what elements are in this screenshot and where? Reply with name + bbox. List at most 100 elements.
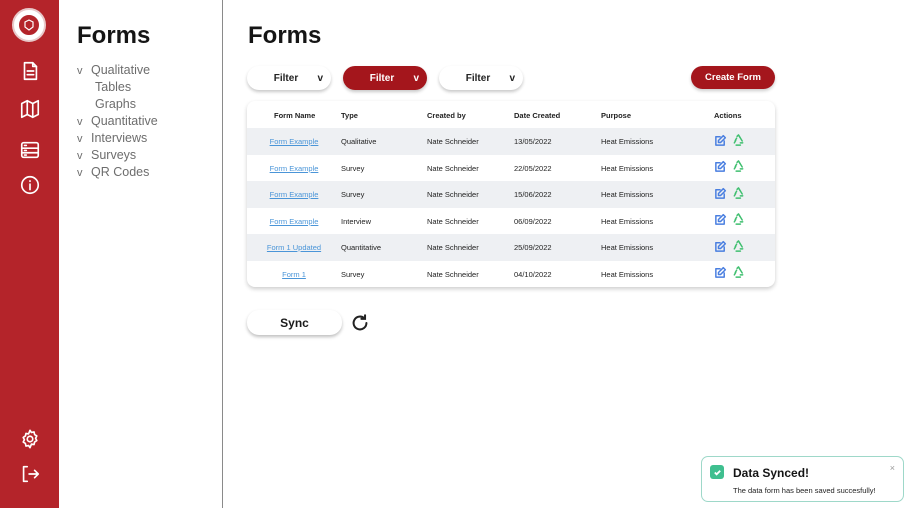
form-name-link[interactable]: Form Example xyxy=(270,190,319,199)
filter-dropdown-3[interactable]: Filter v xyxy=(439,66,523,90)
nav-item-tables[interactable]: Tables xyxy=(77,79,158,96)
nav-item-surveys[interactable]: v Surveys xyxy=(77,147,158,164)
forms-table: Form Name Type Created by Date Created P… xyxy=(247,101,775,287)
forms-nav-panel: Forms v Qualitative Tables Graphs v Quanti… xyxy=(59,0,223,508)
page-title: Forms xyxy=(248,22,322,49)
nav-item-label: Qualitative xyxy=(91,63,151,77)
table-cell: Heat Emissions xyxy=(601,137,654,146)
row-actions xyxy=(713,266,745,280)
server-icon[interactable] xyxy=(18,138,42,162)
nav-item-graphs[interactable]: Graphs xyxy=(77,96,158,113)
sync-toast: Data Synced! The data form has been save… xyxy=(701,456,904,502)
recycle-icon[interactable] xyxy=(731,239,745,253)
check-icon xyxy=(710,465,724,479)
table-row: Form Example Survey Nate Schneider 22/05/20… xyxy=(247,155,775,182)
chevron-down-icon: v xyxy=(413,72,419,84)
nav-item-label: Graphs xyxy=(95,97,136,111)
document-icon[interactable] xyxy=(18,59,42,83)
column-header[interactable]: Date Created xyxy=(514,111,560,120)
chevron-down-icon: v xyxy=(509,72,515,84)
table-cell: 06/09/2022 xyxy=(514,216,552,226)
table-cell: Nate Schneider xyxy=(427,269,479,279)
recycle-icon[interactable] xyxy=(731,266,745,280)
column-header[interactable]: Created by xyxy=(427,111,466,120)
column-header[interactable]: Type xyxy=(341,111,358,120)
filter-dropdown-2[interactable]: Filter v xyxy=(343,66,427,90)
map-icon[interactable] xyxy=(18,97,42,121)
filter-dropdown-1[interactable]: Filter v xyxy=(247,66,331,90)
edit-icon[interactable] xyxy=(713,213,727,227)
table-cell: 04/10/2022 xyxy=(514,269,552,279)
nav-item-label: Quantitative xyxy=(91,114,158,128)
table-cell: 25/09/2022 xyxy=(514,243,552,252)
table-cell: 15/06/2022 xyxy=(514,190,552,199)
nav-item-label: Surveys xyxy=(91,148,137,162)
row-actions xyxy=(713,239,745,253)
nav-item-qualitative[interactable]: v Qualitative xyxy=(77,62,158,79)
university-logo xyxy=(12,8,46,42)
row-actions xyxy=(713,160,745,174)
table-row: Form 1 Updated Quantitative Nate Schneider… xyxy=(247,234,775,261)
form-name-link[interactable]: Form Example xyxy=(270,164,319,173)
settings-icon[interactable] xyxy=(18,427,42,451)
toast-title: Data Synced! xyxy=(733,466,810,480)
nav-title: Forms xyxy=(77,22,151,49)
nav-list: v Qualitative Tables Graphs v Quantitative… xyxy=(77,62,158,181)
table-cell: Survey xyxy=(341,163,365,173)
caret-icon: v xyxy=(77,133,83,145)
edit-icon[interactable] xyxy=(713,133,727,147)
form-name-link[interactable]: Form Example xyxy=(270,137,319,146)
create-form-button[interactable]: Create Form xyxy=(691,66,775,89)
caret-icon: v xyxy=(77,150,83,162)
table-row: Form Example Survey Nate Schneider 15/06/20… xyxy=(247,181,775,208)
edit-icon[interactable] xyxy=(713,239,727,253)
form-name-link[interactable]: Form 1 Updated xyxy=(267,243,321,252)
table-cell: Nate Schneider xyxy=(427,190,479,199)
row-actions xyxy=(713,133,745,147)
edit-icon[interactable] xyxy=(713,266,727,280)
table-cell: Nate Schneider xyxy=(427,163,479,173)
table-cell: Nate Schneider xyxy=(427,216,479,226)
table-cell: 22/05/2022 xyxy=(514,163,552,173)
sync-button[interactable]: Sync xyxy=(247,310,342,335)
nav-item-label: Tables xyxy=(95,80,132,94)
logout-icon[interactable] xyxy=(18,462,42,486)
info-icon[interactable] xyxy=(18,173,42,197)
column-header[interactable]: Purpose xyxy=(601,111,631,120)
caret-icon: v xyxy=(77,65,83,77)
recycle-icon[interactable] xyxy=(731,133,745,147)
table-cell: Survey xyxy=(341,190,365,199)
table-cell: Qualitative xyxy=(341,137,377,146)
table-cell: Heat Emissions xyxy=(601,190,654,199)
close-icon[interactable]: × xyxy=(890,463,895,473)
column-header[interactable]: Form Name xyxy=(274,111,315,120)
icon-rail xyxy=(0,0,59,508)
recycle-icon[interactable] xyxy=(731,160,745,174)
table-cell: Nate Schneider xyxy=(427,243,479,252)
nav-item-quantitative[interactable]: v Quantitative xyxy=(77,113,158,130)
table-cell: Heat Emissions xyxy=(601,243,654,252)
row-actions xyxy=(713,186,745,200)
caret-icon: v xyxy=(77,167,83,179)
table-cell: Nate Schneider xyxy=(427,137,479,146)
filter-label: Filter xyxy=(273,72,299,84)
column-header: Actions xyxy=(714,111,742,120)
table-cell: Heat Emissions xyxy=(601,269,654,279)
table-cell: Survey xyxy=(341,269,365,279)
nav-item-label: Interviews xyxy=(91,131,148,145)
refresh-icon[interactable] xyxy=(349,312,371,334)
table-row: Form Example Qualitative Nate Schneider 13/… xyxy=(247,128,775,155)
toast-message: The data form has been saved succesfully… xyxy=(733,486,876,495)
form-name-link[interactable]: Form Example xyxy=(270,217,319,226)
table-cell: Heat Emissions xyxy=(601,163,654,173)
edit-icon[interactable] xyxy=(713,186,727,200)
recycle-icon[interactable] xyxy=(731,186,745,200)
table-cell: Quantitative xyxy=(341,243,382,252)
recycle-icon[interactable] xyxy=(731,213,745,227)
table-cell: Interview xyxy=(341,216,372,226)
edit-icon[interactable] xyxy=(713,160,727,174)
nav-item-qr-codes[interactable]: v QR Codes xyxy=(77,164,158,181)
nav-item-interviews[interactable]: v Interviews xyxy=(77,130,158,147)
table-row: Form Example Interview Nate Schneider 06/09… xyxy=(247,208,775,235)
form-name-link[interactable]: Form 1 xyxy=(282,270,306,279)
